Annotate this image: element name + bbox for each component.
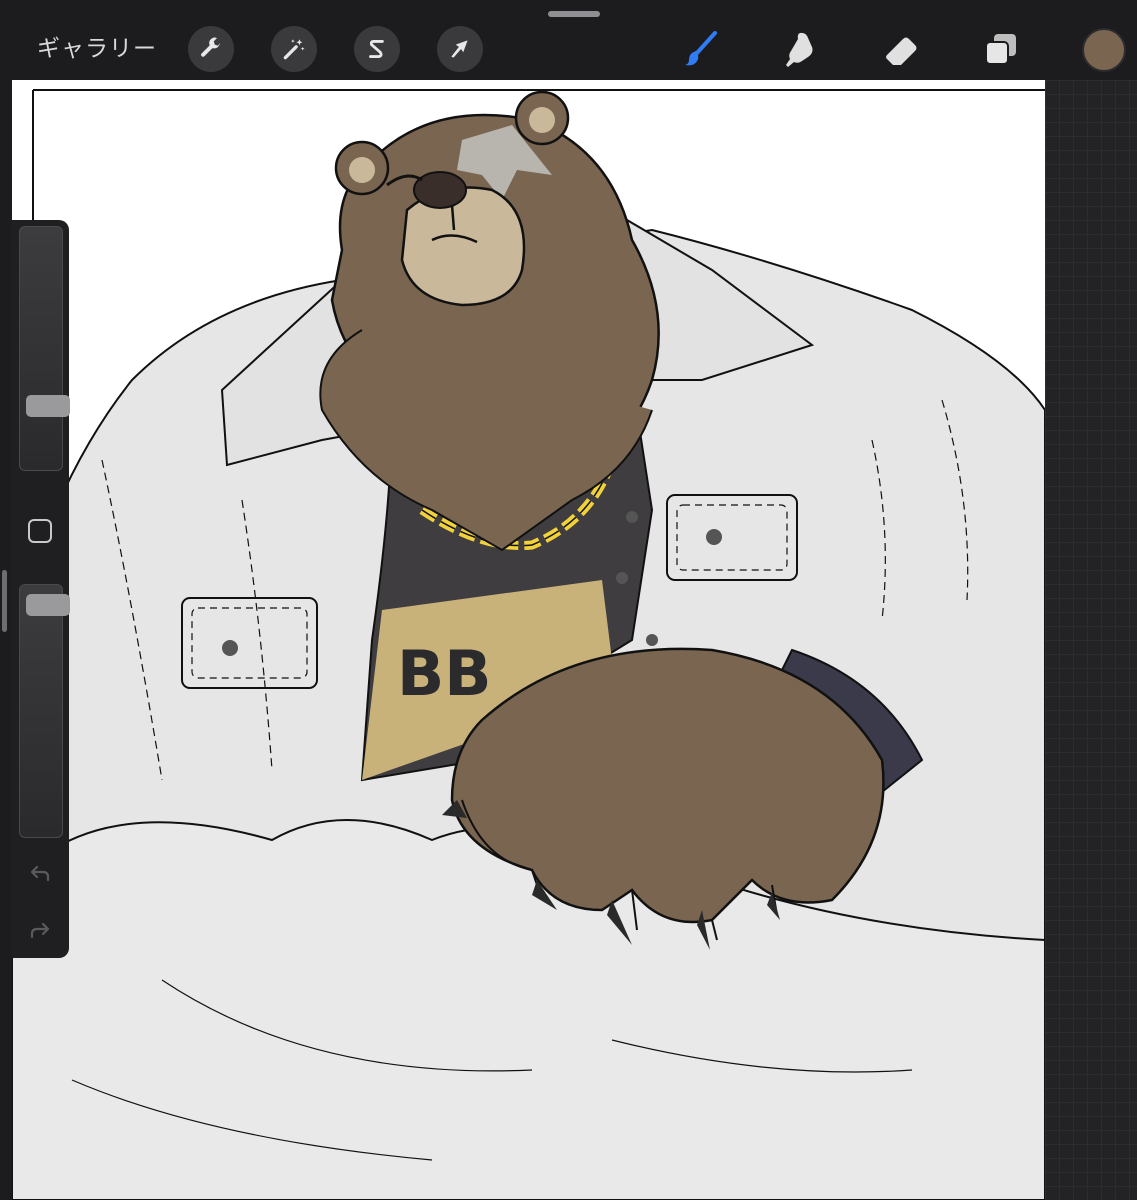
opacity-thumb[interactable] — [26, 594, 70, 616]
square-modify-icon[interactable] — [28, 519, 52, 543]
magic-wand-icon — [283, 39, 305, 60]
eraser-icon — [886, 37, 917, 65]
selection-button[interactable] — [354, 26, 400, 72]
eraser-tool-button[interactable] — [878, 26, 924, 72]
arrow-cursor-icon — [451, 40, 468, 58]
selection-s-icon — [369, 40, 384, 58]
brush-tool-button[interactable] — [678, 26, 724, 72]
wrench-icon — [201, 37, 220, 57]
bear-artwork: BB — [12, 89, 1045, 1200]
color-picker-swatch[interactable] — [1082, 28, 1126, 72]
sidebar-panel — [11, 220, 70, 958]
layers-icon — [985, 34, 1016, 65]
smudge-finger-icon — [786, 32, 813, 67]
drawing-canvas[interactable]: BB — [12, 80, 1045, 1200]
gallery-button[interactable]: ギャラリー — [37, 32, 157, 66]
brush-icon — [685, 31, 717, 66]
layers-button[interactable] — [978, 26, 1024, 72]
sidebar-grip-handle[interactable] — [2, 570, 7, 632]
actions-button[interactable] — [188, 26, 234, 72]
undo-arrow-icon — [30, 865, 50, 882]
canvas-background-grid — [1045, 80, 1137, 1200]
top-toolbar: ギャラリー — [0, 0, 1137, 80]
adjustments-button[interactable] — [271, 26, 317, 72]
redo-button[interactable] — [27, 917, 53, 943]
undo-button[interactable] — [27, 860, 53, 886]
smudge-tool-button[interactable] — [777, 26, 823, 72]
redo-arrow-icon — [30, 922, 50, 939]
bear-nose — [413, 171, 467, 209]
shirt-print-text: BB — [397, 637, 492, 710]
toolbar-grabber-handle[interactable] — [548, 11, 600, 17]
brush-size-thumb[interactable] — [26, 395, 70, 417]
opacity-slider[interactable] — [19, 584, 70, 838]
transform-button[interactable] — [437, 26, 483, 72]
brush-size-slider[interactable] — [19, 226, 70, 471]
bear-muzzle — [400, 186, 526, 307]
